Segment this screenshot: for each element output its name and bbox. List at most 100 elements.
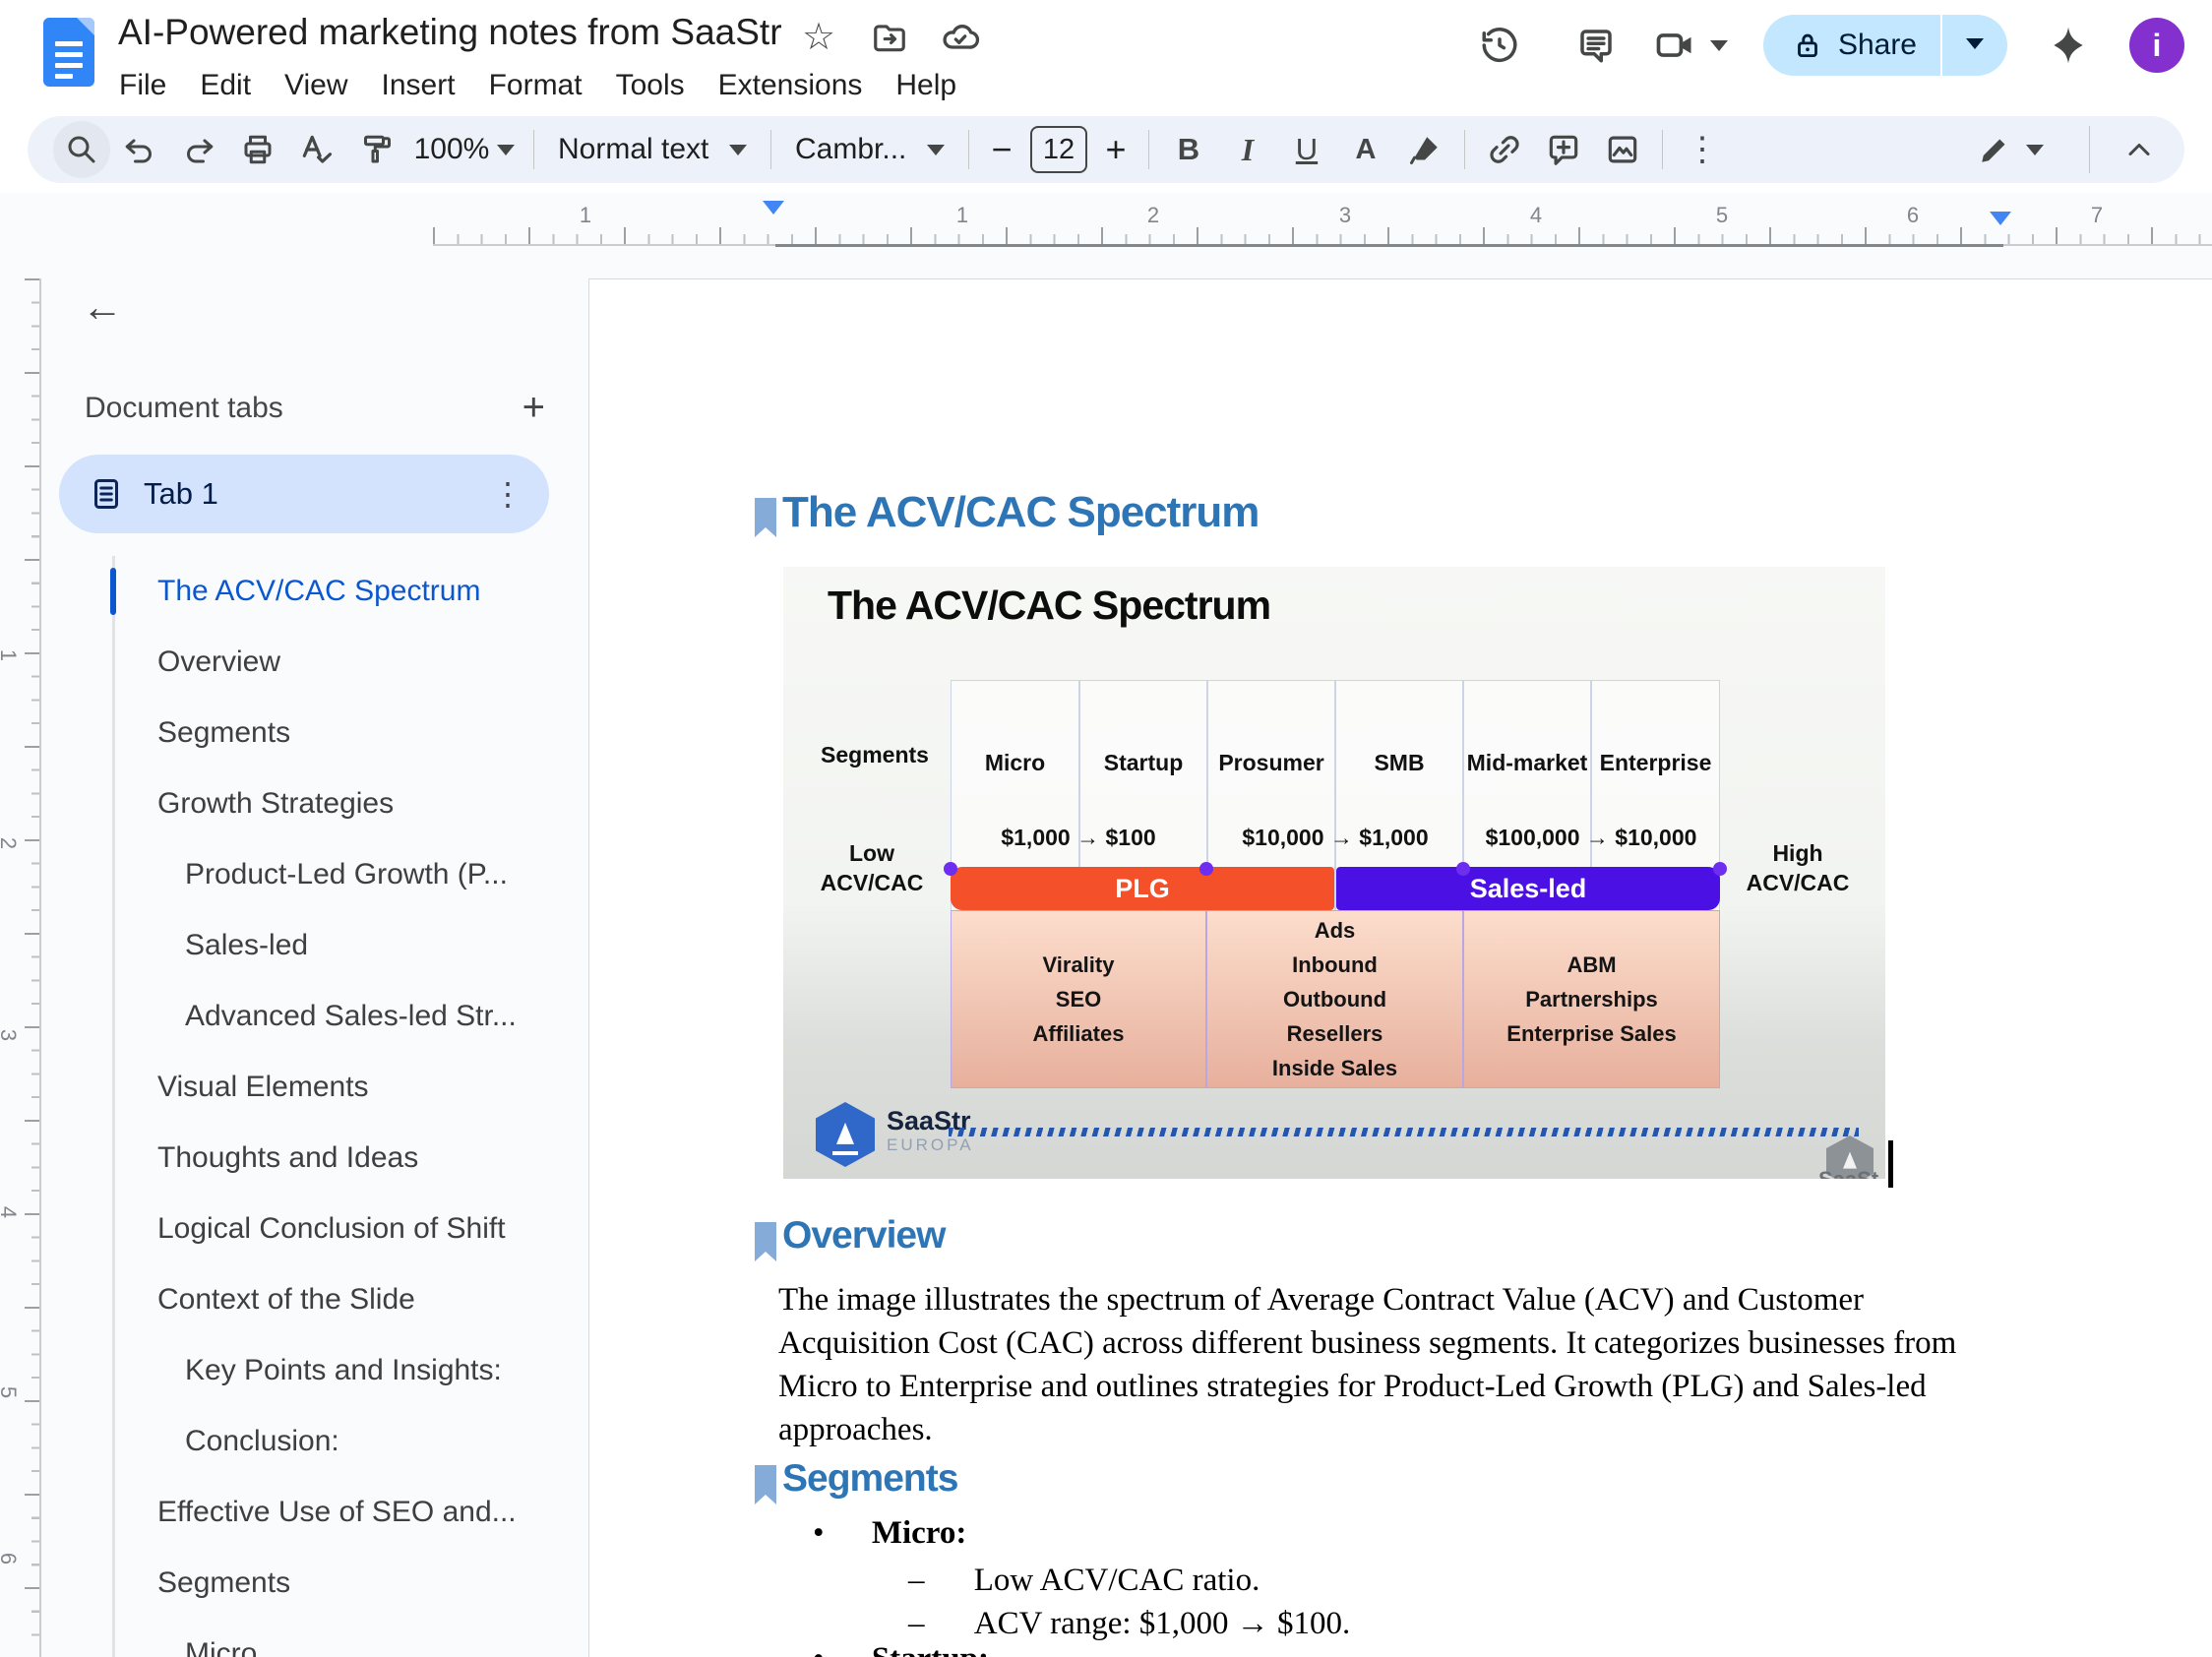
- add-tab-button[interactable]: +: [499, 386, 569, 430]
- body-text-line[interactable]: approaches.: [778, 1412, 933, 1448]
- outline-item[interactable]: Key Points and Insights:: [41, 1335, 588, 1406]
- move-folder-icon[interactable]: [868, 16, 911, 59]
- tab-label: Tab 1: [144, 476, 218, 512]
- insert-image-button[interactable]: [1593, 121, 1652, 178]
- document-tabs-title: Document tabs: [85, 392, 283, 425]
- ruler-number: 5: [0, 1386, 21, 1398]
- paint-format-button[interactable]: [346, 121, 405, 178]
- outline-item[interactable]: Segments: [41, 1548, 588, 1619]
- cloud-saved-icon[interactable]: [939, 16, 982, 59]
- body-text-line[interactable]: The image illustrates the spectrum of Av…: [778, 1282, 1864, 1319]
- slide-segments-label: Segments: [811, 740, 939, 769]
- outline-item[interactable]: Segments: [41, 698, 588, 768]
- highlight-color-button[interactable]: [1395, 121, 1454, 178]
- mid-strategies-box: Ads Inbound Outbound Resellers Inside Sa…: [1206, 910, 1463, 1088]
- ruler-number: 3: [1339, 203, 1351, 228]
- meet-dropdown-caret[interactable]: [1710, 40, 1728, 51]
- version-history-icon[interactable]: [1468, 14, 1531, 77]
- editing-mode-select[interactable]: [1951, 121, 2069, 178]
- tab-item-tab1[interactable]: Tab 1 ⋮: [59, 455, 549, 533]
- left-indent-marker[interactable]: [763, 201, 784, 215]
- search-menus-button[interactable]: [53, 121, 110, 178]
- right-indent-marker[interactable]: [1990, 212, 2011, 225]
- outline-item[interactable]: Advanced Sales-led Str...: [41, 981, 588, 1052]
- redo-button[interactable]: [169, 121, 228, 178]
- undo-button[interactable]: [110, 121, 169, 178]
- wave-divider: [949, 1128, 1859, 1136]
- sub-bullet-item[interactable]: – Low ACV/CAC ratio.: [908, 1563, 1260, 1599]
- body-text-line[interactable]: Acquisition Cost (CAC) across different …: [778, 1325, 1956, 1362]
- account-avatar[interactable]: i: [2129, 18, 2184, 73]
- connector-dot: [944, 862, 957, 876]
- doc-heading-segments[interactable]: Segments: [782, 1457, 957, 1501]
- outline-item[interactable]: Sales-led: [41, 910, 588, 981]
- outline-item[interactable]: Logical Conclusion of Shift: [41, 1194, 588, 1264]
- outline-item[interactable]: Thoughts and Ideas: [41, 1123, 588, 1194]
- underline-button[interactable]: U: [1277, 121, 1336, 178]
- font-size-input[interactable]: 12: [1030, 126, 1087, 173]
- gemini-sparkle-icon[interactable]: [2037, 14, 2100, 77]
- horizontal-ruler: 1 1 2 3 4 5 6 7: [0, 193, 2212, 248]
- connector-dot: [1199, 862, 1213, 876]
- menu-extensions[interactable]: Extensions: [702, 61, 880, 110]
- more-toolbar-options-button[interactable]: ⋮: [1673, 121, 1732, 178]
- outline-item[interactable]: Product-Led Growth (P...: [41, 839, 588, 910]
- italic-button[interactable]: I: [1218, 121, 1277, 178]
- column-header: Prosumer: [1207, 750, 1335, 776]
- menu-tools[interactable]: Tools: [599, 61, 702, 110]
- share-dropdown-caret[interactable]: [1942, 36, 2007, 54]
- increase-font-size-button[interactable]: +: [1093, 121, 1138, 178]
- zoom-select[interactable]: 100%: [405, 121, 523, 178]
- outline-item[interactable]: Visual Elements: [41, 1052, 588, 1123]
- menu-format[interactable]: Format: [472, 61, 599, 110]
- close-sidebar-button[interactable]: ←: [75, 279, 130, 335]
- document-page[interactable]: The ACV/CAC Spectrum The ACV/CAC Spectru…: [588, 278, 2212, 1657]
- bullet-item-micro[interactable]: • Micro:: [813, 1515, 966, 1552]
- menu-edit[interactable]: Edit: [183, 61, 268, 110]
- text-color-button[interactable]: A: [1336, 121, 1395, 178]
- doc-heading-overview[interactable]: Overview: [782, 1214, 945, 1258]
- collapse-toolbar-button[interactable]: [2110, 121, 2169, 178]
- body-text-line[interactable]: Micro to Enterprise and outlines strateg…: [778, 1369, 1927, 1405]
- document-title[interactable]: AI-Powered marketing notes from SaaStr: [118, 12, 782, 53]
- bold-button[interactable]: B: [1159, 121, 1218, 178]
- ruler-number: 6: [0, 1553, 21, 1565]
- outline-item[interactable]: The ACV/CAC Spectrum: [41, 556, 588, 627]
- insert-link-button[interactable]: [1475, 121, 1534, 178]
- print-button[interactable]: [228, 121, 287, 178]
- outline-item[interactable]: Overview: [41, 627, 588, 698]
- spell-check-button[interactable]: [287, 121, 346, 178]
- tab-options-kebab[interactable]: ⋮: [492, 475, 523, 513]
- outline-item[interactable]: Effective Use of SEO and...: [41, 1477, 588, 1548]
- sales-strategies-box: ABM Partnerships Enterprise Sales: [1463, 910, 1720, 1088]
- outline-item[interactable]: Micro: [41, 1619, 588, 1657]
- google-docs-app: AI-Powered marketing notes from SaaStr ☆…: [0, 0, 2212, 1657]
- bookmark-icon: [755, 1465, 776, 1504]
- comments-icon[interactable]: [1565, 14, 1628, 77]
- font-family-select[interactable]: Cambr...: [781, 121, 958, 178]
- docs-logo-icon[interactable]: [43, 18, 94, 87]
- menu-insert[interactable]: Insert: [365, 61, 472, 110]
- tab-document-icon: [89, 476, 124, 512]
- outline-item[interactable]: Growth Strategies: [41, 768, 588, 839]
- ruler-number: 3: [0, 1029, 21, 1041]
- paragraph-style-select[interactable]: Normal text: [544, 121, 761, 178]
- menu-help[interactable]: Help: [879, 61, 973, 110]
- sub-bullet-item[interactable]: – ACV range: $1,000 → $100.: [908, 1606, 1350, 1642]
- outline-item[interactable]: Context of the Slide: [41, 1264, 588, 1335]
- share-button[interactable]: Share: [1763, 15, 2007, 76]
- plg-strategies-box: Virality SEO Affiliates: [951, 910, 1206, 1088]
- add-comment-button[interactable]: [1534, 121, 1593, 178]
- star-icon[interactable]: ☆: [797, 16, 840, 59]
- doc-heading-acv-cac-spectrum[interactable]: The ACV/CAC Spectrum: [782, 488, 1259, 537]
- bullet-marker: •: [813, 1641, 825, 1657]
- embedded-slide-image[interactable]: The ACV/CAC Spectrum Segments Micro Star…: [783, 567, 1885, 1179]
- menu-view[interactable]: View: [268, 61, 364, 110]
- plg-bar: PLG: [951, 867, 1334, 910]
- bullet-item-startup[interactable]: • Startup:: [813, 1641, 989, 1657]
- meet-presentation-control[interactable]: [1653, 24, 1728, 67]
- decrease-font-size-button[interactable]: −: [979, 121, 1024, 178]
- outline-item[interactable]: Conclusion:: [41, 1406, 588, 1477]
- acv-price-range: $10,000 → $1,000: [1242, 825, 1428, 851]
- menu-file[interactable]: File: [102, 61, 183, 110]
